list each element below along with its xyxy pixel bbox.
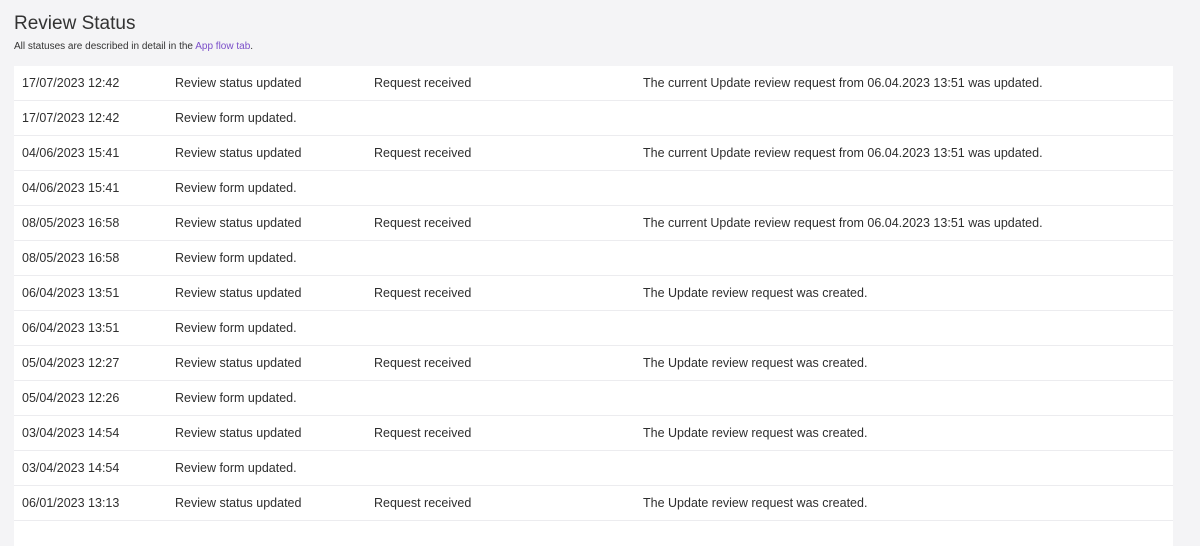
- row-status: Request received: [374, 286, 472, 300]
- row-event: Review status updated: [175, 76, 302, 90]
- review-status-page: Review Status All statuses are described…: [0, 0, 1200, 546]
- row-date: 04/06/2023 15:41: [22, 181, 120, 195]
- table-row: 04/06/2023 15:41 Review status updated Req…: [14, 136, 1173, 171]
- row-message: The current Update review request from 0…: [643, 146, 1043, 160]
- row-message: The Update review request was created.: [643, 356, 868, 370]
- row-message: The current Update review request from 0…: [643, 76, 1043, 90]
- row-date: 06/01/2023 13:13: [22, 496, 120, 510]
- row-date: 05/04/2023 12:27: [22, 356, 120, 370]
- table-row: 17/07/2023 12:42 Review status updated Req…: [14, 66, 1173, 101]
- row-message: The Update review request was created.: [643, 496, 868, 510]
- table-row: 04/06/2023 15:41 Review form updated.: [14, 171, 1173, 206]
- row-date: 06/04/2023 13:51: [22, 286, 120, 300]
- row-event: Review status updated: [175, 496, 302, 510]
- row-date: 17/07/2023 12:42: [22, 76, 120, 90]
- row-event: Review form updated.: [175, 181, 297, 195]
- table-row: 08/05/2023 16:58 Review status updated Req…: [14, 206, 1173, 241]
- row-status: Request received: [374, 426, 472, 440]
- table-row: 08/05/2023 16:58 Review form updated.: [14, 241, 1173, 276]
- table-row: 06/04/2023 13:51 Review status updated Req…: [14, 276, 1173, 311]
- page-title: Review Status: [14, 13, 136, 34]
- page-subtitle: All statuses are described in detail in …: [14, 41, 253, 53]
- row-date: 04/06/2023 15:41: [22, 146, 120, 160]
- page-header: Review Status All statuses are described…: [14, 12, 253, 53]
- table-row: 06/01/2023 13:13 Review status updated Req…: [14, 486, 1173, 521]
- row-date: 08/05/2023 16:58: [22, 251, 120, 265]
- row-message: The Update review request was created.: [643, 286, 868, 300]
- row-status: Request received: [374, 76, 472, 90]
- row-event: Review form updated.: [175, 251, 297, 265]
- subtitle-suffix: .: [250, 41, 254, 52]
- row-status: Request received: [374, 216, 472, 230]
- row-message: The Update review request was created.: [643, 426, 868, 440]
- table-row: 05/04/2023 12:27 Review status updated Req…: [14, 346, 1173, 381]
- table-body: 17/07/2023 12:42 Review status updated Req…: [14, 66, 1173, 521]
- table-row: 03/04/2023 14:54 Review status updated Req…: [14, 416, 1173, 451]
- row-status: Request received: [374, 146, 472, 160]
- row-date: 08/05/2023 16:58: [22, 216, 120, 230]
- row-date: 17/07/2023 12:42: [22, 111, 120, 125]
- row-date: 05/04/2023 12:26: [22, 391, 120, 405]
- row-event: Review status updated: [175, 216, 302, 230]
- row-event: Review status updated: [175, 286, 302, 300]
- row-event: Review status updated: [175, 356, 302, 370]
- table-row: 06/04/2023 13:51 Review form updated.: [14, 311, 1173, 346]
- row-event: Review status updated: [175, 146, 302, 160]
- app-flow-tab-link[interactable]: App flow tab: [195, 41, 250, 52]
- row-event: Review form updated.: [175, 321, 297, 335]
- row-date: 06/04/2023 13:51: [22, 321, 120, 335]
- subtitle-text: All statuses are described in detail in …: [14, 41, 196, 52]
- table-row: 17/07/2023 12:42 Review form updated.: [14, 101, 1173, 136]
- table-row: 03/04/2023 14:54 Review form updated.: [14, 451, 1173, 486]
- row-date: 03/04/2023 14:54: [22, 461, 120, 475]
- row-event: Review status updated: [175, 426, 302, 440]
- review-status-table: 17/07/2023 12:42 Review status updated Req…: [14, 66, 1173, 546]
- row-date: 03/04/2023 14:54: [22, 426, 120, 440]
- row-status: Request received: [374, 356, 472, 370]
- row-status: Request received: [374, 496, 472, 510]
- row-event: Review form updated.: [175, 111, 297, 125]
- row-message: The current Update review request from 0…: [643, 216, 1043, 230]
- row-event: Review form updated.: [175, 461, 297, 475]
- table-row: 05/04/2023 12:26 Review form updated.: [14, 381, 1173, 416]
- row-event: Review form updated.: [175, 391, 297, 405]
